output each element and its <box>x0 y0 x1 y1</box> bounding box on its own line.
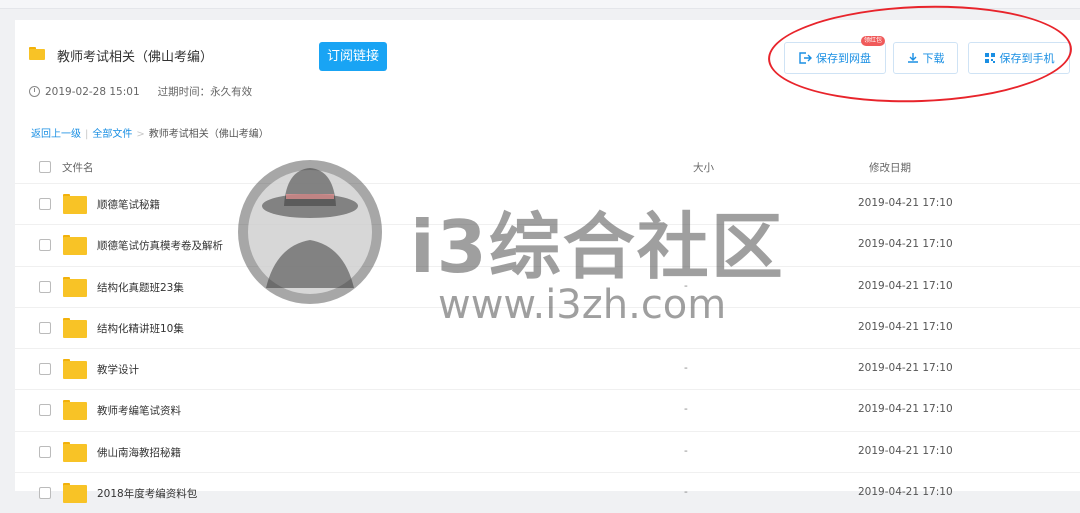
clock-icon <box>29 86 40 97</box>
file-size: - <box>684 486 688 499</box>
file-name[interactable]: 顺德笔试仿真模考卷及解析 <box>97 238 223 253</box>
watermark-url: www.i3zh.com <box>438 282 727 328</box>
breadcrumb: 返回上一级 | 全部文件 > 教师考试相关（佛山考编） <box>31 129 269 140</box>
file-size: - <box>684 362 688 375</box>
row-checkbox[interactable] <box>39 321 51 334</box>
breadcrumb-all-files-link[interactable]: 全部文件 <box>92 129 132 140</box>
watermark-text: i3综合社区 <box>410 205 785 289</box>
page-title: 教师考试相关（佛山考编） <box>57 50 214 65</box>
file-size: - <box>684 444 688 457</box>
file-date: 2019-04-21 17:10 <box>858 403 953 416</box>
file-name[interactable]: 教学设计 <box>97 362 139 377</box>
breadcrumb-back-link[interactable]: 返回上一级 <box>31 129 81 140</box>
column-size-header[interactable]: 大小 <box>693 160 714 175</box>
folder-icon <box>63 276 87 297</box>
row-checkbox[interactable] <box>39 487 51 500</box>
file-row[interactable]: 2018年度考编资料包 - 2019-04-21 17:10 <box>15 472 1080 513</box>
folder-icon <box>63 359 87 380</box>
file-date: 2019-04-21 17:10 <box>858 444 953 457</box>
file-name[interactable]: 顺德笔试秘籍 <box>97 197 160 212</box>
file-name[interactable]: 佛山南海教招秘籍 <box>97 445 181 460</box>
file-name[interactable]: 2018年度考编资料包 <box>97 486 197 501</box>
folder-icon <box>63 400 87 421</box>
file-date: 2019-04-21 17:10 <box>858 486 953 499</box>
folder-icon <box>63 441 87 462</box>
column-name-header[interactable]: 文件名 <box>62 160 94 175</box>
file-name[interactable]: 结构化精讲班10集 <box>97 321 184 336</box>
row-checkbox[interactable] <box>39 280 51 293</box>
file-date: 2019-04-21 17:10 <box>858 279 953 292</box>
file-date: 2019-04-21 17:10 <box>858 320 953 333</box>
file-date: 2019-04-21 17:10 <box>858 238 953 251</box>
folder-icon <box>63 235 87 256</box>
breadcrumb-current: 教师考试相关（佛山考编） <box>148 129 269 140</box>
folder-icon <box>63 194 87 214</box>
row-checkbox[interactable] <box>39 404 51 417</box>
file-row[interactable]: 教师考编笔试资料 - 2019-04-21 17:10 <box>15 389 1080 430</box>
subscribe-link-button[interactable]: 订阅链接 <box>319 42 387 71</box>
expire-text: 过期时间：永久有效 <box>157 86 253 98</box>
select-all-checkbox[interactable] <box>39 161 51 173</box>
row-checkbox[interactable] <box>39 363 51 376</box>
file-date: 2019-04-21 17:10 <box>858 197 953 209</box>
file-name[interactable]: 结构化真题班23集 <box>97 280 184 295</box>
folder-icon <box>63 483 87 504</box>
file-name[interactable]: 教师考编笔试资料 <box>97 403 181 418</box>
file-date: 2019-04-21 17:10 <box>858 362 953 375</box>
file-list-header: 文件名 大小 修改日期 <box>15 152 1080 182</box>
row-checkbox[interactable] <box>39 445 51 458</box>
file-row[interactable]: 教学设计 - 2019-04-21 17:10 <box>15 348 1080 389</box>
row-checkbox[interactable] <box>39 198 51 210</box>
file-size: - <box>684 403 688 416</box>
folder-icon <box>29 47 45 60</box>
created-time: 2019-02-28 15:01 <box>45 85 140 98</box>
column-date-header[interactable]: 修改日期 <box>869 160 911 175</box>
folder-icon <box>63 317 87 338</box>
share-meta: 2019-02-28 15:01 过期时间：永久有效 <box>29 84 252 99</box>
file-row[interactable]: 佛山南海教招秘籍 - 2019-04-21 17:10 <box>15 430 1080 472</box>
row-checkbox[interactable] <box>39 239 51 252</box>
